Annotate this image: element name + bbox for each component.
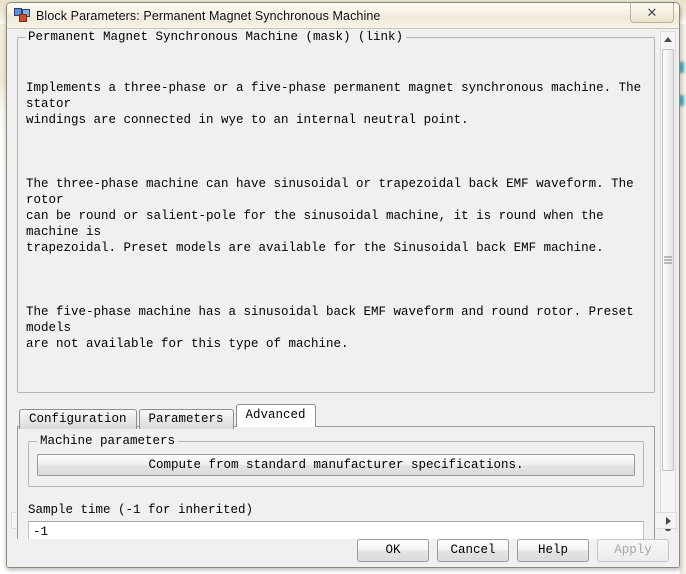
ok-button[interactable]: OK [357, 538, 429, 562]
vertical-scrollbar[interactable] [660, 31, 676, 539]
machine-parameters-legend: Machine parameters [37, 434, 179, 448]
block-parameters-dialog: Block Parameters: Permanent Magnet Synch… [6, 2, 680, 568]
screen: Block Parameters: Permanent Magnet Synch… [0, 0, 686, 574]
window-title: Block Parameters: Permanent Magnet Synch… [36, 8, 381, 23]
sample-time-label: Sample time (-1 for inherited) [28, 503, 254, 517]
simulink-block-icon [13, 7, 30, 24]
vertical-scrollbar-thumb[interactable] [662, 49, 674, 471]
tab-panel-advanced: Machine parameters Compute from standard… [17, 426, 655, 539]
apply-button: Apply [597, 538, 669, 562]
tab-parameters[interactable]: Parameters [138, 409, 234, 429]
machine-parameters-groupbox: Machine parameters Compute from standard… [28, 434, 644, 487]
scroll-up-arrow[interactable] [661, 32, 675, 47]
description-paragraph: Implements a three-phase or a five-phase… [26, 81, 642, 127]
compute-from-specs-button[interactable]: Compute from standard manufacturer speci… [37, 454, 635, 476]
grip-lines-icon [664, 256, 672, 264]
tab-advanced[interactable]: Advanced [235, 404, 316, 427]
tab-strip: Configuration Parameters Advanced [19, 404, 661, 429]
description-text: Implements a three-phase or a five-phase… [26, 48, 646, 386]
description-legend: Permanent Magnet Synchronous Machine (ma… [25, 31, 407, 44]
description-paragraph: The three-phase machine can have sinusoi… [26, 177, 634, 255]
dialog-client-area: Permanent Magnet Synchronous Machine (ma… [7, 29, 679, 567]
title-bar: Block Parameters: Permanent Magnet Synch… [7, 3, 679, 29]
sample-time-input[interactable] [28, 521, 644, 539]
description-groupbox: Permanent Magnet Synchronous Machine (ma… [17, 31, 655, 393]
help-button[interactable]: Help [517, 538, 589, 562]
close-button[interactable]: ✕ [630, 3, 674, 23]
triangle-up-icon [664, 37, 672, 42]
scroll-right-arrow[interactable] [661, 513, 676, 528]
tab-configuration[interactable]: Configuration [19, 409, 137, 429]
description-paragraph: The five-phase machine has a sinusoidal … [26, 305, 634, 351]
scrollable-content: Permanent Magnet Synchronous Machine (ma… [11, 31, 661, 539]
triangle-right-icon [666, 516, 671, 525]
cancel-button[interactable]: Cancel [437, 538, 509, 562]
